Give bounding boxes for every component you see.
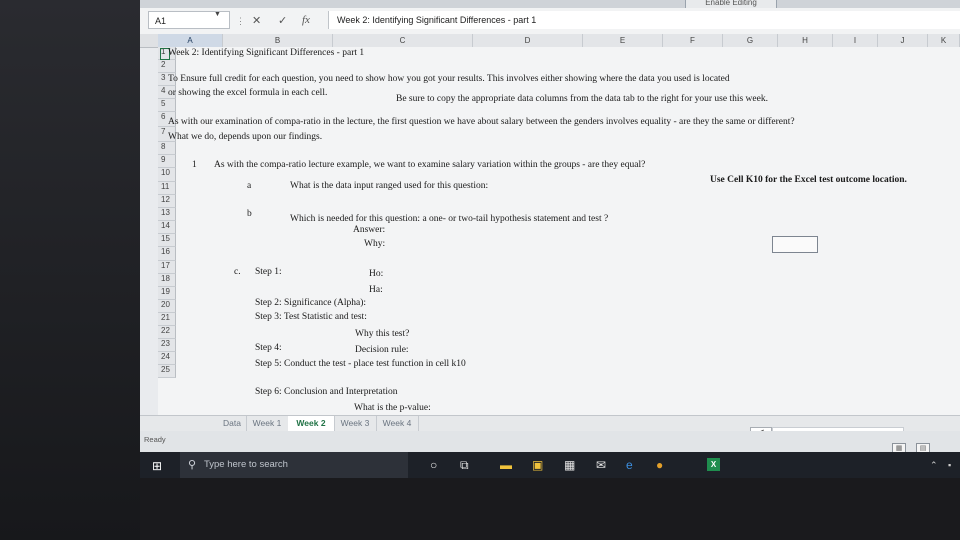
notification-icon[interactable]: ▪	[948, 460, 951, 470]
excel-note: Use Cell K10 for the Excel test outcome …	[710, 175, 907, 185]
status-text: Ready	[144, 435, 166, 444]
laptop-bottom-edge	[140, 478, 960, 540]
search-icon: ⚲	[188, 459, 197, 471]
tab-week-1[interactable]: Week 1	[246, 416, 289, 431]
tab-week-3[interactable]: Week 3	[334, 416, 377, 431]
row-header[interactable]: 19	[158, 287, 176, 300]
row-header[interactable]: 10	[158, 168, 176, 182]
column-header[interactable]: D	[473, 34, 583, 47]
store-icon[interactable]: ▣	[532, 458, 543, 472]
excel-window: Enable Editing A1 ▼ ⋮ ✕ ✓ fx Week 2: Ide…	[140, 0, 960, 482]
instruction-text: As with our examination of compa-ratio i…	[168, 117, 795, 127]
row-header[interactable]: 15	[158, 234, 176, 247]
sheet-tab-bar: Data Week 1 Week 2 Week 3 Week 4 ◀	[140, 415, 960, 439]
worksheet-grid[interactable]: 1 2 3 4 5 6 7 8 9 10 11 12 13 14 15 16 1…	[158, 47, 960, 415]
taskbar-search[interactable]: ⚲ Type here to search	[180, 452, 408, 478]
tab-week-4[interactable]: Week 4	[376, 416, 419, 431]
separator-icon: ⋮	[236, 16, 245, 26]
row-header[interactable]: 12	[158, 195, 176, 208]
chevron-up-icon[interactable]: ⌃	[930, 460, 938, 471]
insert-function-icon[interactable]: fx	[302, 14, 310, 26]
cell-k10[interactable]	[772, 236, 818, 253]
calendar-icon[interactable]: ▦	[564, 458, 575, 472]
row-header[interactable]: 18	[158, 274, 176, 287]
excel-icon[interactable]: X	[707, 458, 720, 471]
windows-taskbar: ⊞ ⚲ Type here to search ○ ⧉ ▬ ▣ ▦ ✉ e ● …	[140, 452, 960, 478]
row-header[interactable]: 21	[158, 313, 176, 326]
row-header[interactable]: 13	[158, 208, 176, 221]
row-header[interactable]: 25	[158, 365, 176, 378]
edge-icon[interactable]: e	[626, 458, 633, 472]
formula-bar: A1 ▼ ⋮ ✕ ✓ fx Week 2: Identifying Signif…	[140, 8, 960, 35]
tab-data[interactable]: Data	[218, 416, 247, 431]
column-header[interactable]: E	[583, 34, 663, 47]
step-label: Step 4:	[255, 343, 282, 353]
column-header[interactable]: C	[333, 34, 473, 47]
step-label: Step 3: Test Statistic and test:	[255, 312, 367, 322]
file-explorer-icon[interactable]: ▬	[500, 458, 512, 472]
item-letter: a	[247, 181, 252, 191]
row-header[interactable]: 11	[158, 182, 176, 195]
question-text: Which is needed for this question: a one…	[290, 214, 609, 224]
windows-start-icon[interactable]: ⊞	[152, 459, 162, 473]
row-header[interactable]: 9	[158, 155, 176, 168]
row-header[interactable]: 20	[158, 300, 176, 313]
sheet-title: Week 2: Identifying Significant Differen…	[168, 48, 365, 58]
select-all-corner[interactable]	[140, 34, 159, 47]
hypothesis-label: Ha:	[369, 285, 383, 295]
mail-icon[interactable]: ✉	[596, 458, 606, 472]
status-bar: Ready ▦ ▤	[140, 431, 960, 455]
step-label: Step 1:	[255, 267, 282, 277]
hypothesis-label: Ho:	[369, 269, 384, 279]
protected-view-bar: Enable Editing	[140, 0, 960, 9]
question-text: What is the data input ranged used for t…	[290, 181, 489, 191]
question-text: As with the compa-ratio lecture example,…	[214, 160, 646, 170]
instruction-text: Be sure to copy the appropriate data col…	[396, 94, 768, 104]
step-label: Step 5: Conduct the test - place test fu…	[255, 359, 466, 369]
instruction-text: or showing the excel formula in each cel…	[168, 88, 328, 98]
search-placeholder: Type here to search	[204, 459, 288, 470]
item-letter: c.	[234, 267, 241, 277]
column-header[interactable]: G	[723, 34, 778, 47]
cortana-icon[interactable]: ○	[430, 458, 437, 472]
step-label: Step 6: Conclusion and Interpretation	[255, 387, 398, 397]
row-header[interactable]: 5	[158, 99, 176, 112]
column-header[interactable]: H	[778, 34, 833, 47]
enter-icon[interactable]: ✓	[278, 14, 287, 27]
row-header[interactable]: 22	[158, 326, 176, 339]
row-header[interactable]: 24	[158, 352, 176, 365]
cancel-icon[interactable]: ✕	[252, 14, 261, 27]
why-label: Why:	[364, 239, 386, 249]
step-sublabel: Why this test?	[355, 329, 410, 339]
row-header[interactable]: 14	[158, 221, 176, 234]
column-header[interactable]: B	[223, 34, 333, 47]
column-header[interactable]: J	[878, 34, 928, 47]
column-header[interactable]: A	[158, 34, 223, 47]
step-label: Step 2: Significance (Alpha):	[255, 298, 367, 308]
laptop-bezel	[0, 0, 140, 540]
row-header[interactable]: 17	[158, 261, 176, 274]
chrome-icon[interactable]: ●	[656, 458, 663, 472]
row-header[interactable]: 2	[158, 60, 176, 73]
column-header[interactable]: F	[663, 34, 723, 47]
instruction-text: To Ensure full credit for each question,…	[168, 74, 730, 84]
chevron-down-icon[interactable]: ▼	[214, 11, 221, 18]
row-header[interactable]: 23	[158, 339, 176, 352]
item-letter: b	[247, 209, 252, 219]
task-view-icon[interactable]: ⧉	[460, 458, 469, 473]
row-header[interactable]: 16	[158, 247, 176, 261]
column-headers: A B C D E F G H I J K	[140, 34, 960, 48]
instruction-text: What we do, depends upon our findings.	[168, 132, 323, 142]
question-number: 1	[192, 160, 197, 170]
row-header[interactable]: 8	[158, 142, 176, 155]
step-sublabel: Decision rule:	[355, 345, 409, 355]
column-header[interactable]: I	[833, 34, 878, 47]
step-sublabel: What is the p-value:	[354, 403, 431, 413]
formula-input[interactable]: Week 2: Identifying Significant Differen…	[328, 11, 960, 29]
answer-label: Answer:	[353, 225, 386, 235]
column-header[interactable]: K	[928, 34, 960, 47]
